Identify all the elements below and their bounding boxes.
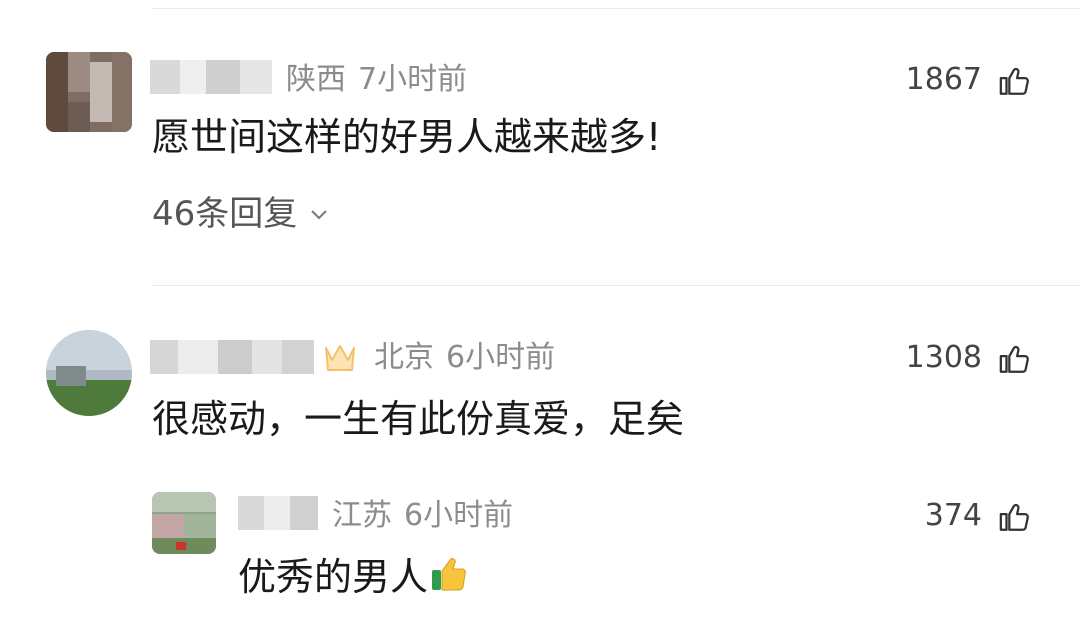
username-blurred[interactable]	[238, 496, 318, 530]
location: 陕西	[286, 62, 346, 97]
view-replies-button[interactable]: 46条回复	[152, 192, 331, 236]
comment-meta: 陕西 7小时前	[286, 60, 467, 100]
thumbs-up-emoji	[432, 558, 466, 591]
comment-text: 很感动，一生有此份真爱，足矣	[152, 397, 685, 441]
thumb-up-icon[interactable]	[998, 500, 1032, 534]
timestamp: 6小时前	[446, 340, 556, 375]
thumb-up-icon[interactable]	[998, 64, 1032, 98]
comment-meta: 北京 6小时前	[374, 338, 555, 378]
username-blurred[interactable]	[150, 340, 314, 374]
location: 北京	[374, 340, 434, 375]
avatar[interactable]	[46, 52, 132, 132]
comment-divider	[152, 285, 1080, 286]
chevron-down-icon	[311, 210, 327, 220]
avatar[interactable]	[152, 492, 216, 554]
username-blurred[interactable]	[150, 60, 272, 94]
like-count: 1867	[905, 62, 982, 97]
thumb-up-icon[interactable]	[998, 342, 1032, 376]
avatar[interactable]	[46, 330, 132, 416]
reply-meta: 江苏 6小时前	[332, 496, 513, 536]
timestamp: 6小时前	[404, 498, 514, 533]
timestamp: 7小时前	[358, 62, 468, 97]
replies-label: 46条回复	[152, 194, 298, 234]
comment-text: 愿世间这样的好男人越来越多!	[152, 115, 662, 159]
location: 江苏	[332, 498, 392, 533]
top-divider	[152, 8, 1080, 9]
crown-badge-icon	[325, 345, 355, 371]
like-count: 374	[924, 498, 982, 533]
like-count: 1308	[905, 340, 982, 375]
reply-text-row: 优秀的男人	[238, 552, 468, 602]
reply-text: 优秀的男人	[238, 555, 429, 599]
